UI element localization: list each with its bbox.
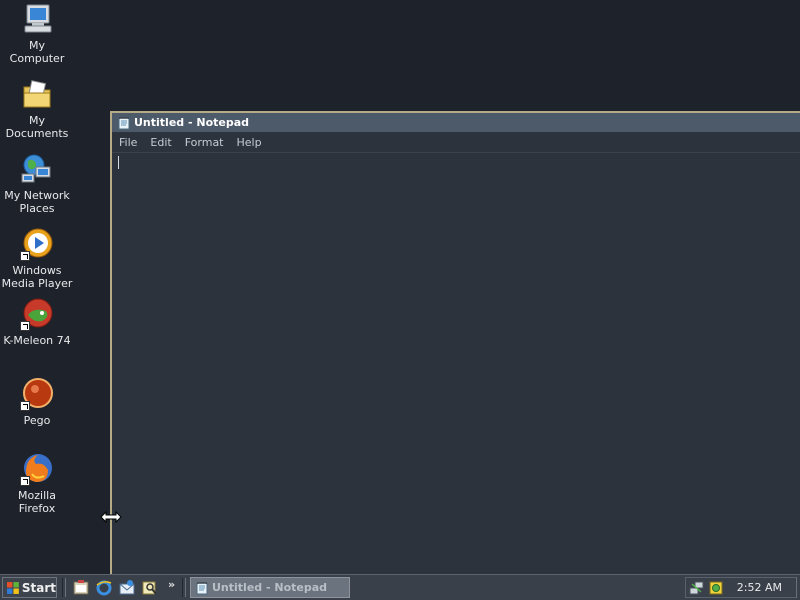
horizontal-resize-cursor-icon bbox=[100, 511, 122, 523]
desktop-icon-label: Windows Media Player bbox=[1, 264, 73, 290]
desktop-icon-pego[interactable]: Pego bbox=[0, 377, 74, 427]
text-caret bbox=[118, 156, 119, 169]
menu-help[interactable]: Help bbox=[237, 136, 262, 149]
desktop-icon-label: Mozilla Firefox bbox=[18, 489, 56, 515]
network-connection-icon[interactable] bbox=[689, 580, 705, 596]
notepad-icon bbox=[196, 581, 208, 594]
menu-edit[interactable]: Edit bbox=[150, 136, 171, 149]
desktop-icon-label: K-Meleon 74 bbox=[3, 334, 71, 347]
desktop-icon-media-player[interactable]: Windows Media Player bbox=[0, 227, 74, 290]
desktop-icon-label: Pego bbox=[23, 414, 51, 427]
desktop-icon-network-places[interactable]: My Network Places bbox=[0, 152, 74, 215]
text-editor-area[interactable] bbox=[116, 154, 800, 581]
search-icon[interactable] bbox=[141, 579, 159, 597]
taskbar-separator bbox=[182, 578, 186, 597]
window-title: Untitled - Notepad bbox=[134, 116, 250, 129]
clock[interactable]: 2:52 AM bbox=[737, 581, 782, 594]
start-label: Start bbox=[21, 580, 56, 595]
shortcut-arrow-icon bbox=[20, 401, 30, 411]
taskbar-separator bbox=[62, 578, 66, 597]
k-meleon-icon bbox=[20, 297, 54, 331]
system-tray: 2:52 AM bbox=[685, 577, 797, 598]
desktop-icon-label: My Computer bbox=[9, 39, 65, 65]
menu-format[interactable]: Format bbox=[185, 136, 224, 149]
shortcut-arrow-icon bbox=[20, 321, 30, 331]
taskbar: Start » Untitled - Notepad 2:52 AM bbox=[0, 574, 800, 600]
desktop-icon-k-meleon[interactable]: K-Meleon 74 bbox=[0, 297, 74, 347]
desktop-icon-my-computer[interactable]: My Computer bbox=[0, 2, 74, 65]
shortcut-arrow-icon bbox=[20, 476, 30, 486]
window-titlebar[interactable]: Untitled - Notepad bbox=[112, 113, 800, 132]
desktop-icon-label: My Network Places bbox=[4, 189, 70, 215]
notepad-icon bbox=[118, 116, 130, 129]
taskbar-button-label: Untitled - Notepad bbox=[212, 581, 328, 594]
pego-icon bbox=[20, 377, 54, 411]
desktop-icon-firefox[interactable]: Mozilla Firefox bbox=[0, 452, 74, 515]
show-desktop-icon[interactable] bbox=[72, 579, 90, 597]
internet-explorer-icon[interactable] bbox=[95, 579, 113, 597]
my-computer-icon bbox=[20, 2, 54, 36]
firefox-icon bbox=[20, 452, 54, 486]
start-button[interactable]: Start bbox=[2, 577, 57, 598]
desktop-icon-label: My Documents bbox=[5, 114, 69, 140]
media-player-icon bbox=[20, 227, 54, 261]
menu-file[interactable]: File bbox=[119, 136, 137, 149]
outlook-express-icon[interactable] bbox=[118, 579, 136, 597]
notepad-window[interactable]: Untitled - Notepad File Edit Format Help bbox=[110, 111, 800, 581]
menu-bar: File Edit Format Help bbox=[112, 132, 800, 153]
network-places-icon bbox=[20, 152, 54, 186]
my-documents-icon bbox=[20, 77, 54, 111]
quick-launch-overflow-chevron[interactable]: » bbox=[168, 578, 175, 591]
shortcut-arrow-icon bbox=[20, 251, 30, 261]
desktop-icon-my-documents[interactable]: My Documents bbox=[0, 77, 74, 140]
windows-flag-icon bbox=[6, 581, 19, 594]
security-shield-icon[interactable] bbox=[708, 580, 724, 596]
taskbar-button-notepad[interactable]: Untitled - Notepad bbox=[190, 577, 350, 598]
